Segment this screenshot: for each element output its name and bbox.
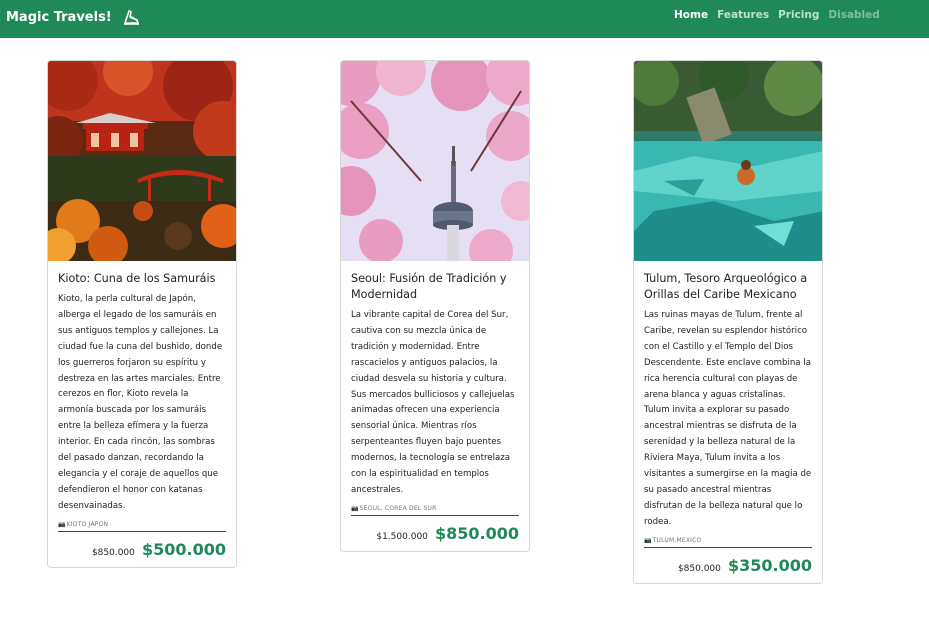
nav-home[interactable]: Home	[674, 9, 708, 21]
card-text: Las ruinas mayas de Tulum, frente al Car…	[644, 310, 812, 527]
nav-disabled: Disabled	[828, 9, 880, 21]
card-location: 📷KIOTO JAPON	[58, 521, 226, 532]
camera-icon: 📷	[644, 536, 652, 544]
card-image-seoul	[341, 61, 529, 261]
nav-features[interactable]: Features	[717, 9, 769, 21]
old-price: $850.000	[677, 563, 721, 574]
old-price: $850.000	[91, 547, 135, 558]
shoe-logo-icon	[123, 10, 139, 25]
new-price: $500.000	[141, 539, 226, 559]
card-seoul: Seoul: Fusión de Tradición y Modernidad …	[340, 60, 530, 552]
card-title: Kioto: Cuna de los Samuráis	[58, 272, 216, 285]
camera-icon: 📷	[351, 504, 359, 512]
card-image-kioto	[48, 61, 236, 261]
camera-icon: 📷	[58, 520, 66, 528]
nav-links: Home Features Pricing Disabled	[674, 9, 889, 21]
card-prices: $850.000 $500.000	[58, 532, 226, 567]
card-location: 📷TULUM,MEXICO	[644, 537, 812, 548]
brand[interactable]: Magic Travels!	[6, 9, 140, 25]
nav-pricing[interactable]: Pricing	[778, 9, 819, 21]
card-image-tulum	[634, 61, 822, 261]
card-title: Seoul: Fusión de Tradición y Modernidad	[351, 272, 507, 301]
card-tulum: Tulum, Tesoro Arqueológico a Orillas del…	[633, 60, 823, 584]
new-price: $350.000	[727, 555, 812, 575]
brand-name[interactable]: Magic Travels!	[6, 10, 112, 25]
card-title: Tulum, Tesoro Arqueológico a Orillas del…	[644, 272, 808, 301]
new-price: $850.000	[434, 523, 519, 543]
card-prices: $850.000 $350.000	[644, 548, 812, 583]
card-prices: $1.500.000 $850.000	[351, 516, 519, 551]
card-text: La vibrante capital de Corea del Sur, ca…	[351, 310, 515, 495]
location-label: SEOUL, COREA DEL SUR	[359, 504, 437, 512]
card-text: Kioto, la perla cultural de Japón, alber…	[58, 294, 223, 511]
card-kioto: Kioto: Cuna de los Samuráis Kioto, la pe…	[47, 60, 237, 568]
location-label: TULUM,MEXICO	[652, 536, 702, 544]
old-price: $1.500.000	[376, 531, 428, 542]
card-location: 📷SEOUL, COREA DEL SUR	[351, 505, 519, 516]
navbar: Magic Travels! Home Features Pricing Dis…	[0, 0, 929, 38]
location-label: KIOTO JAPON	[66, 520, 109, 528]
